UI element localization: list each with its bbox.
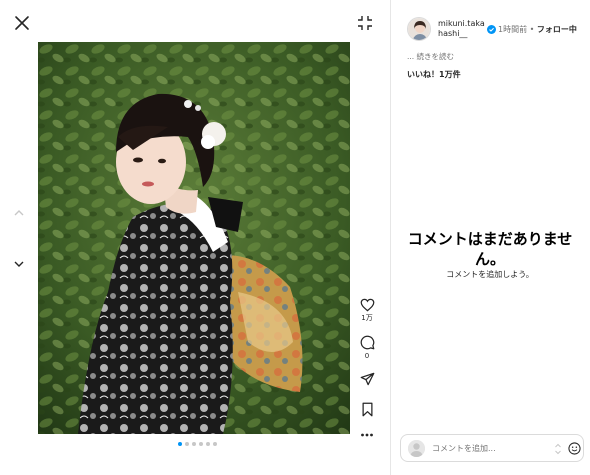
close-button[interactable] [12, 13, 32, 33]
chevron-down-icon [14, 261, 24, 267]
close-icon [15, 16, 29, 30]
verified-badge-icon [487, 25, 496, 34]
send-icon [360, 372, 374, 386]
save-button[interactable] [357, 402, 377, 417]
username-link[interactable]: mikuni.takahashi__ [438, 19, 486, 39]
share-button[interactable] [357, 372, 377, 386]
next-post-button[interactable] [12, 256, 26, 270]
carousel-dot [206, 442, 210, 446]
likes-count[interactable]: いいね！1万件 [407, 69, 461, 80]
previous-post-button[interactable] [12, 205, 26, 219]
carousel-indicators [178, 442, 217, 446]
read-more-link[interactable]: ... 続きを読む [407, 51, 454, 62]
collapse-icon [358, 16, 372, 30]
collapse-button[interactable] [356, 14, 374, 32]
profile-picture [408, 18, 430, 40]
carousel-dot [192, 442, 196, 446]
chevron-up-icon [14, 210, 24, 216]
carousel-dot [185, 442, 189, 446]
avatar[interactable] [407, 17, 431, 41]
comment-input[interactable] [432, 442, 552, 455]
post-image[interactable] [38, 42, 350, 434]
post-meta: 1時間前 • フォロー中 [498, 25, 577, 35]
carousel-dot [213, 442, 217, 446]
post-time: 1時間前 [498, 25, 528, 34]
current-user-avatar [408, 440, 425, 457]
heart-icon [360, 298, 374, 312]
carousel-dot [199, 442, 203, 446]
empty-comments-title: コメントはまだありません。 [407, 230, 573, 268]
like-count: 1万 [361, 314, 373, 322]
comment-icon [360, 335, 374, 350]
meta-separator: • [527, 25, 537, 34]
carousel-dot [178, 442, 182, 446]
empty-comments-subtitle: コメントを追加しよう。 [446, 270, 534, 279]
resize-handle-icon[interactable] [554, 442, 562, 456]
kimono-portrait-image [38, 42, 350, 434]
comment-button[interactable]: 0 [357, 335, 377, 360]
comment-count: 0 [364, 352, 370, 360]
like-button[interactable]: 1万 [357, 298, 377, 322]
more-button[interactable] [357, 432, 377, 438]
user-placeholder-icon [408, 440, 425, 457]
bookmark-icon [362, 402, 372, 417]
follow-status-button[interactable]: フォロー中 [537, 25, 577, 34]
emoji-icon[interactable] [568, 442, 581, 455]
more-icon [361, 433, 373, 437]
comment-form [400, 434, 584, 462]
panel-divider [390, 0, 391, 475]
